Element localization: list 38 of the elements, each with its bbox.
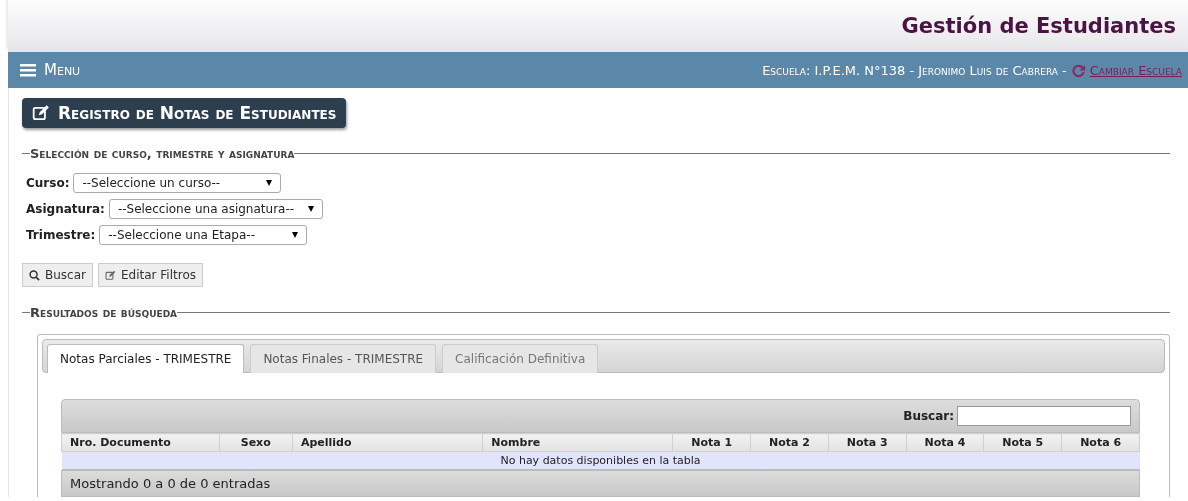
column-header[interactable]: Sexo [219, 433, 293, 452]
select-field[interactable]: --Seleccione una Etapa-- [99, 225, 308, 245]
select-field[interactable]: --Seleccione una asignatura-- [108, 199, 324, 219]
search-field[interactable] [957, 406, 1131, 426]
select-field[interactable]: --Seleccione un curso-- [73, 173, 282, 193]
page-title: Registro de Notas de Estudiantes [22, 98, 347, 128]
menu-button[interactable]: Menu [20, 61, 81, 79]
field-label: Asignatura: [26, 202, 105, 216]
field-label: Curso: [26, 176, 70, 190]
section-legend: Selección de curso, trimestre y asignatura [22, 146, 1170, 161]
search-label: Buscar: [903, 409, 954, 423]
caret-icon [308, 206, 315, 212]
refresh-icon [1070, 62, 1086, 78]
column-header[interactable]: Nota 4 [906, 433, 984, 452]
app-title: Gestión de Estudiantes [901, 14, 1176, 38]
caret-icon [266, 180, 273, 186]
column-header[interactable]: Apellido [292, 433, 483, 452]
column-header[interactable]: Nota 3 [828, 433, 907, 452]
column-header[interactable]: Nota 1 [672, 433, 751, 452]
edit-icon [105, 269, 116, 281]
field-label: Trimestre: [26, 228, 96, 242]
table-info: Mostrando 0 a 0 de 0 entradas [61, 470, 1140, 497]
tab[interactable]: Notas Finales - TRIMESTRE [250, 344, 437, 373]
column-header[interactable]: Nro. Documento [61, 433, 219, 452]
search-icon [29, 269, 40, 281]
school-name: Escuela: I.P.E.M. N°138 - Jeronimo Luis de Cabrera - [762, 62, 1067, 78]
menu-icon [20, 63, 36, 77]
column-header[interactable]: Nota 2 [750, 433, 829, 452]
search-button[interactable]: Buscar [22, 263, 93, 287]
column-header[interactable]: Nota 6 [1061, 433, 1140, 452]
column-header[interactable]: Nota 5 [983, 433, 1062, 452]
edit-button[interactable]: Editar Filtros [98, 263, 203, 287]
tab[interactable]: Notas Parciales - TRIMESTRE [47, 344, 245, 373]
column-header[interactable]: Nombre [482, 433, 673, 452]
tab[interactable]: Calificación Definitiva [442, 344, 599, 373]
caret-icon [292, 232, 299, 238]
section-legend: Resultados de búsqueda [22, 305, 1170, 320]
edit-icon [32, 104, 50, 122]
